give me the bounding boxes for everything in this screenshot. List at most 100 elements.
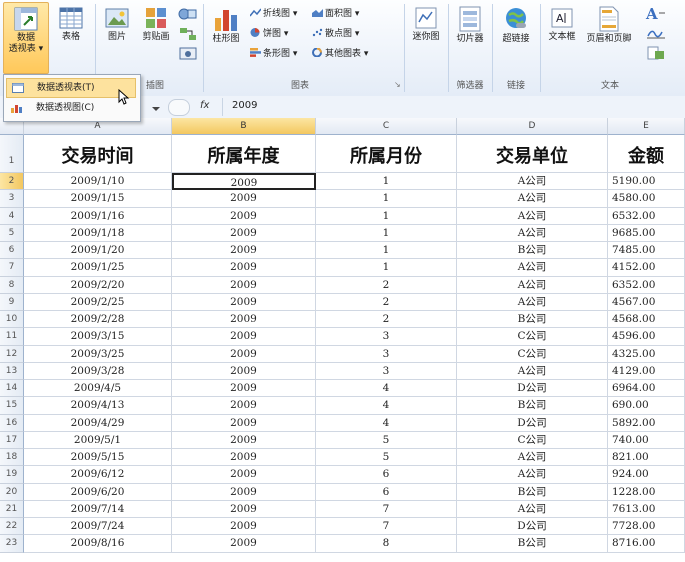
table-cell[interactable]: 2009/5/1 (24, 431, 172, 450)
row-header[interactable]: 12 (0, 345, 24, 363)
menu-item-pivot-table[interactable]: 数据透视表(T) (6, 78, 136, 98)
shapes-icon[interactable] (178, 6, 198, 22)
table-cell[interactable]: B公司 (457, 311, 608, 329)
table-cell[interactable]: D公司 (457, 380, 608, 398)
signature-line-icon[interactable] (646, 26, 666, 40)
area-chart-button[interactable]: 面积图 ▾ (312, 8, 359, 20)
table-cell[interactable]: 1 (316, 173, 457, 191)
table-cell[interactable]: 4 (316, 380, 457, 398)
table-cell[interactable]: 4 (316, 414, 457, 432)
table-cell[interactable]: 7 (316, 518, 457, 536)
table-cell[interactable]: 2009 (172, 345, 316, 363)
row-header[interactable]: 9 (0, 293, 24, 312)
clipart-button[interactable]: 剪贴画 (138, 6, 174, 43)
row-header[interactable]: 16 (0, 414, 24, 432)
table-cell[interactable]: 2009/6/20 (24, 483, 172, 501)
formula-controls[interactable] (168, 99, 190, 116)
row-header[interactable]: 14 (0, 380, 24, 398)
table-cell[interactable]: A公司 (457, 259, 608, 277)
table-cell[interactable]: 2009 (172, 380, 316, 398)
table-cell[interactable]: 690.00 (608, 397, 685, 415)
object-icon[interactable] (646, 46, 666, 60)
table-cell[interactable]: 1228.00 (608, 483, 685, 501)
pivot-table-button[interactable]: 数据 透视表 ▾ (3, 2, 49, 74)
wordart-icon[interactable]: A (644, 4, 666, 22)
table-cell[interactable]: 2009 (172, 190, 316, 208)
table-cell[interactable]: C公司 (457, 328, 608, 346)
table-cell[interactable]: C公司 (457, 431, 608, 450)
table-cell[interactable]: A公司 (457, 224, 608, 243)
column-header-c[interactable]: C (316, 118, 457, 135)
table-cell[interactable]: 2009/7/14 (24, 500, 172, 519)
table-cell[interactable]: A公司 (457, 362, 608, 381)
table-cell[interactable]: 2009 (172, 414, 316, 432)
table-cell[interactable]: 2009 (172, 397, 316, 415)
table-cell[interactable]: A公司 (457, 500, 608, 519)
table-cell[interactable]: 2009/3/25 (24, 345, 172, 363)
column-header-d[interactable]: D (457, 118, 608, 135)
table-header-cell[interactable]: 交易时间 (24, 135, 172, 173)
scatter-chart-button[interactable]: 散点图 ▾ (312, 28, 359, 40)
hyperlink-button[interactable]: 超链接 (496, 6, 536, 45)
table-cell[interactable]: B公司 (457, 397, 608, 415)
table-cell[interactable]: 8716.00 (608, 535, 685, 553)
table-cell[interactable]: 924.00 (608, 466, 685, 484)
table-cell[interactable]: 3 (316, 362, 457, 381)
table-header-cell[interactable]: 所属月份 (316, 135, 457, 173)
namebox-dropdown-icon[interactable] (150, 100, 162, 113)
textbox-button[interactable]: A 文本框 (544, 6, 580, 43)
table-cell[interactable]: D公司 (457, 414, 608, 432)
table-cell[interactable]: 1 (316, 207, 457, 225)
table-cell[interactable]: 2009/1/16 (24, 207, 172, 225)
table-cell[interactable]: 821.00 (608, 449, 685, 467)
table-cell[interactable]: C公司 (457, 345, 608, 363)
table-cell[interactable]: 2009 (172, 259, 316, 277)
charts-launcher-icon[interactable]: ↘ (394, 80, 401, 89)
table-header-cell[interactable]: 所属年度 (172, 135, 316, 173)
table-cell[interactable]: 2009/7/24 (24, 518, 172, 536)
table-cell[interactable]: 2009 (172, 449, 316, 467)
table-header-cell[interactable]: 交易单位 (457, 135, 608, 173)
table-cell[interactable]: 2009/2/28 (24, 311, 172, 329)
bar-chart-button[interactable]: 条形图 ▾ (250, 48, 297, 60)
table-cell[interactable]: 2009/4/5 (24, 380, 172, 398)
picture-button[interactable]: 图片 (100, 6, 134, 43)
slicer-button[interactable]: 切片器 (452, 6, 488, 45)
table-cell[interactable]: A公司 (457, 207, 608, 225)
table-cell[interactable]: A公司 (457, 190, 608, 208)
table-cell[interactable]: 2 (316, 276, 457, 294)
table-cell[interactable]: 2009 (172, 500, 316, 519)
table-cell[interactable]: 1 (316, 190, 457, 208)
row-header[interactable]: 18 (0, 449, 24, 467)
table-cell[interactable]: 4152.00 (608, 259, 685, 277)
menu-item-pivot-chart[interactable]: 数据透视图(C) (6, 99, 136, 117)
table-cell[interactable]: 2009 (172, 431, 316, 450)
header-footer-button[interactable]: 页眉和页脚 (584, 6, 634, 45)
pie-chart-button[interactable]: 饼图 ▾ (250, 28, 288, 40)
table-cell[interactable]: 6532.00 (608, 207, 685, 225)
table-cell[interactable]: 5 (316, 431, 457, 450)
row-header[interactable]: 3 (0, 190, 24, 208)
row-header[interactable]: 15 (0, 397, 24, 415)
table-cell[interactable]: 7613.00 (608, 500, 685, 519)
table-cell[interactable]: 2009/1/18 (24, 224, 172, 243)
table-cell[interactable]: 2009/3/28 (24, 362, 172, 381)
row-header[interactable]: 11 (0, 328, 24, 346)
table-cell[interactable]: 8 (316, 535, 457, 553)
table-cell[interactable]: 2009 (172, 242, 316, 260)
table-cell[interactable]: 4596.00 (608, 328, 685, 346)
table-cell[interactable]: A公司 (457, 173, 608, 191)
table-cell[interactable]: A公司 (457, 466, 608, 484)
table-cell[interactable]: 7485.00 (608, 242, 685, 260)
sparkline-button[interactable]: 迷你图 (408, 6, 444, 43)
table-cell[interactable]: 2009 (172, 293, 316, 312)
table-cell[interactable]: 5 (316, 449, 457, 467)
table-cell[interactable]: A公司 (457, 276, 608, 294)
table-cell[interactable]: 2009 (172, 535, 316, 553)
table-cell[interactable]: 4568.00 (608, 311, 685, 329)
row-header[interactable]: 10 (0, 311, 24, 329)
table-cell[interactable]: B公司 (457, 242, 608, 260)
table-cell[interactable]: 6 (316, 483, 457, 501)
table-cell[interactable]: 6964.00 (608, 380, 685, 398)
table-cell[interactable]: 5892.00 (608, 414, 685, 432)
